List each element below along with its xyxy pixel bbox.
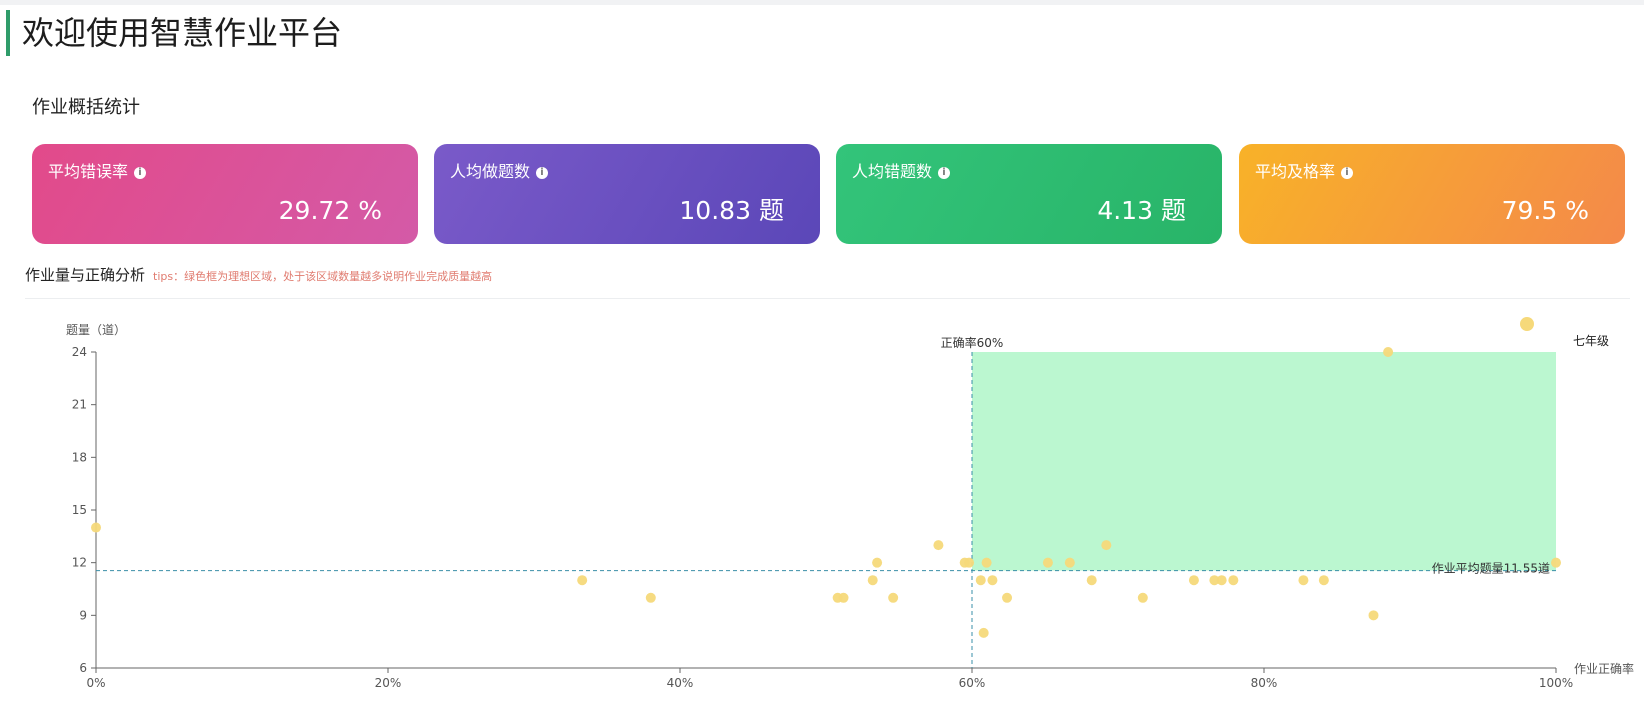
x-tick-label: 60%	[959, 676, 986, 690]
data-point[interactable]	[1188, 575, 1199, 586]
data-point[interactable]	[1551, 557, 1561, 568]
y-tick-label: 12	[72, 556, 87, 570]
data-point[interactable]	[978, 627, 989, 638]
data-point[interactable]	[1383, 347, 1394, 357]
data-point[interactable]	[933, 540, 944, 551]
data-point[interactable]	[577, 575, 588, 586]
x-tick-label: 0%	[86, 676, 105, 690]
data-point[interactable]	[91, 522, 101, 533]
data-point[interactable]	[1137, 592, 1148, 603]
data-point[interactable]	[1298, 575, 1309, 586]
reference-label-correct-rate: 正确率60%	[941, 335, 1004, 350]
data-point[interactable]	[975, 575, 986, 586]
y-tick-label: 15	[72, 503, 87, 517]
y-tick-label: 21	[72, 398, 87, 412]
data-point[interactable]	[1002, 592, 1013, 603]
data-point[interactable]	[888, 592, 899, 603]
data-point[interactable]	[1228, 575, 1239, 586]
y-axis-title: 题量（道）	[66, 323, 126, 337]
scatter-chart: 6 9 12 15 18 21 24 0% 20% 40% 60% 80% 100% 题量（道） 作业正确率…	[66, 317, 1634, 690]
data-point[interactable]	[838, 592, 849, 603]
data-point[interactable]	[1064, 557, 1075, 568]
data-point[interactable]	[1101, 540, 1112, 551]
data-point[interactable]	[987, 575, 998, 586]
data-point[interactable]	[1318, 575, 1329, 586]
data-point[interactable]	[964, 557, 975, 568]
data-point[interactable]	[1216, 575, 1227, 586]
data-point[interactable]	[645, 592, 656, 603]
x-tick-label: 80%	[1251, 676, 1278, 690]
x-tick-label: 40%	[667, 676, 694, 690]
y-tick-label: 9	[79, 608, 87, 622]
y-tick-label: 18	[72, 450, 87, 464]
data-point[interactable]	[1042, 557, 1053, 568]
reference-label-avg-questions: 作业平均题量11.55道	[1432, 562, 1550, 576]
data-point[interactable]	[1368, 610, 1379, 621]
y-tick-label: 24	[72, 345, 87, 359]
legend-label[interactable]: 七年级	[1573, 334, 1609, 348]
data-point[interactable]	[872, 557, 883, 568]
data-point[interactable]	[867, 575, 878, 586]
ideal-region	[972, 352, 1556, 571]
x-axis-title: 作业正确率	[1574, 661, 1634, 676]
data-point[interactable]	[981, 557, 992, 568]
x-tick-label: 20%	[375, 676, 402, 690]
legend-marker[interactable]	[1520, 317, 1534, 331]
y-tick-label: 6	[79, 661, 87, 675]
data-point[interactable]	[1086, 575, 1097, 586]
x-tick-label: 100%	[1539, 676, 1573, 690]
